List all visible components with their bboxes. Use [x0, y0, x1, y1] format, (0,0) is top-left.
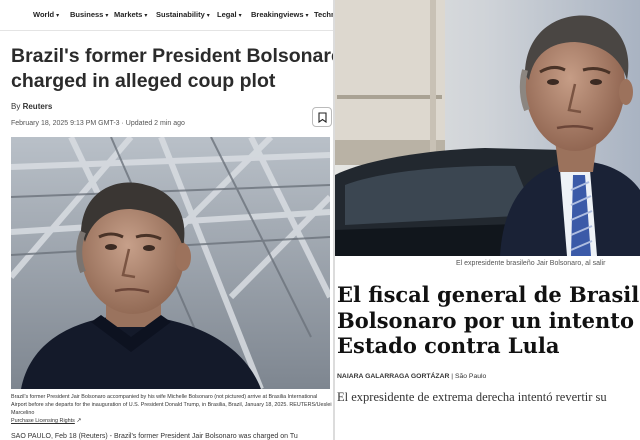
chevron-down-icon: ▾ — [238, 13, 242, 19]
chevron-down-icon: ▾ — [56, 13, 60, 19]
reuters-article-panel: World ▾ Business ▾ Markets ▾ Sustainability… — [0, 0, 333, 440]
nav-item-breakingviews[interactable]: Breakingviews ▾ — [251, 10, 309, 19]
author-line: NAIARA GALARRAGA GORTÁZAR | São Paulo — [337, 373, 486, 380]
chevron-down-icon: ▾ — [206, 13, 210, 19]
nav-label: World — [33, 10, 55, 19]
chevron-down-icon: ▾ — [105, 13, 109, 19]
bookmark-icon — [318, 112, 327, 123]
author-name-link[interactable]: NAIARA GALARRAGA GORTÁZAR — [337, 373, 449, 380]
nav-item-business[interactable]: Business ▾ — [70, 10, 108, 19]
nav-label: Breakingviews — [251, 10, 304, 19]
article-dateline: February 18, 2025 9:13 PM GMT-3 · Update… — [11, 120, 185, 127]
byline-prefix: By — [11, 102, 21, 111]
article-headline: Brazil's former President Bolsonaro char… — [11, 44, 333, 94]
nav-label: Sustainability — [156, 10, 205, 19]
nav-item-world[interactable]: World ▾ — [33, 10, 59, 19]
photo-caption: Brazil's former President Jair Bolsonaro… — [11, 393, 333, 425]
byline: By Reuters — [11, 102, 52, 111]
nav-item-technology[interactable]: Techn — [314, 10, 333, 19]
headline-line: Estado contra Lula — [337, 333, 560, 358]
article-photo — [11, 137, 330, 389]
article-body-start: SAO PAULO, Feb 18 (Reuters) - Brazil's f… — [11, 433, 298, 440]
nav-label: Business — [70, 10, 104, 19]
headline-line: Bolsonaro por un intento d — [337, 307, 640, 333]
article-headline: El fiscal general de Brasil d Bolsonaro … — [337, 282, 640, 359]
nav-item-legal[interactable]: Legal ▾ — [217, 10, 242, 19]
article-photo — [335, 0, 640, 256]
nav-label: Markets — [114, 10, 143, 19]
reuters-top-nav: World ▾ Business ▾ Markets ▾ Sustainability… — [0, 0, 333, 31]
nav-item-markets[interactable]: Markets ▾ — [114, 10, 147, 19]
headline-line: Brazil's former President Bolsonaro — [11, 45, 333, 67]
headline-line: El fiscal general de Brasil d — [337, 282, 640, 307]
chevron-down-icon: ▾ — [144, 13, 148, 19]
elpais-article-panel: El expresidente brasileño Jair Bolsonaro… — [335, 0, 640, 440]
caption-text: Brazil's former President Jair Bolsonaro… — [11, 394, 332, 416]
external-link-icon: ↗ — [76, 418, 82, 424]
bolsonaro-airport-photo — [11, 137, 330, 389]
bookmark-button[interactable] — [312, 107, 332, 127]
photo-caption: El expresidente brasileño Jair Bolsonaro… — [456, 260, 606, 267]
article-subheadline: El expresidente de extrema derecha inten… — [337, 390, 607, 404]
byline-author-link[interactable]: Reuters — [23, 102, 53, 111]
chevron-down-icon: ▾ — [305, 13, 309, 19]
nav-item-sustainability[interactable]: Sustainability ▾ — [156, 10, 210, 19]
purchase-licensing-link[interactable]: Purchase Licensing Rights — [11, 418, 75, 424]
nav-label: Techn — [314, 10, 333, 19]
bolsonaro-car-photo — [335, 0, 640, 256]
headline-line: charged in alleged coup plot — [11, 70, 276, 92]
nav-label: Legal — [217, 10, 237, 19]
author-location: | São Paulo — [451, 373, 487, 380]
